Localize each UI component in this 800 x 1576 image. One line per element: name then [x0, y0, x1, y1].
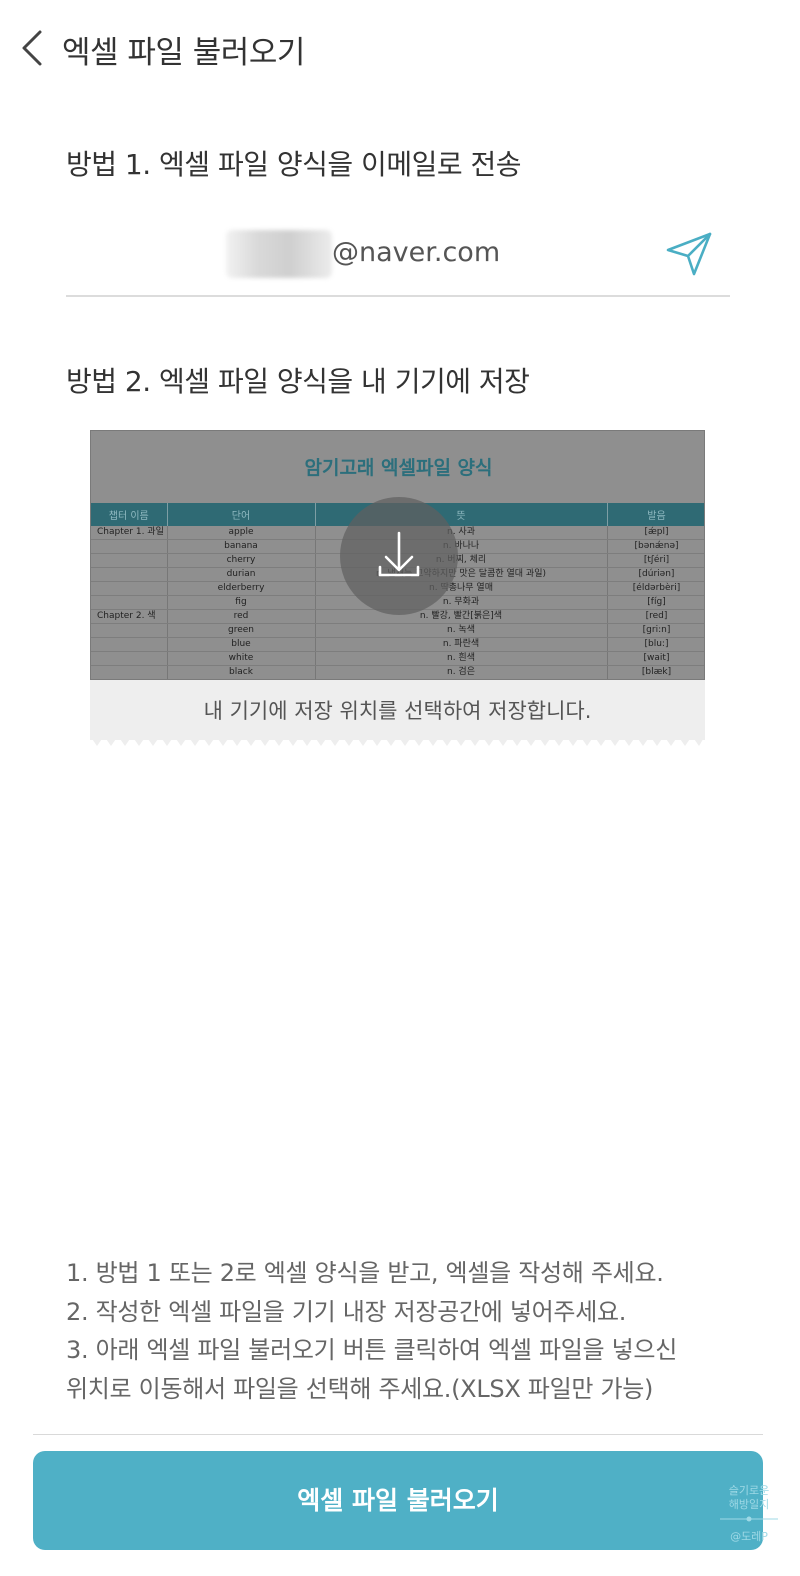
- sheet-cell: black: [167, 665, 316, 679]
- sheet-row: black n. 검은 [blæk]: [91, 665, 704, 679]
- zigzag-edge: [90, 736, 705, 746]
- sheet-row: white n. 흰색 [wait]: [91, 651, 704, 666]
- sheet-title: 암기고래 엑셀파일 양식: [304, 457, 493, 479]
- instructions: 1. 방법 1 또는 2로 엑셀 양식을 받고, 엑셀을 작성해 주세요. 2.…: [66, 1254, 746, 1408]
- download-button-overlay: [340, 497, 458, 615]
- sheet-cell: elderberry: [167, 581, 316, 596]
- page-title: 엑셀 파일 불러오기: [62, 35, 305, 71]
- sheet-cell: apple: [167, 526, 316, 540]
- sheet-cell: Chapter 1. 과일: [91, 526, 168, 540]
- sheet-cell: [91, 581, 168, 596]
- sheet-row: blue n. 파란색 [blu:]: [91, 637, 704, 652]
- sheet-cell: [éldərbèri]: [607, 581, 704, 596]
- download-icon: [378, 531, 420, 577]
- sheet-cell: [gri:n]: [607, 623, 704, 638]
- app-header: 엑셀 파일 불러오기: [0, 0, 800, 100]
- sheet-cell: durian: [167, 567, 316, 582]
- paper-plane-icon: [666, 232, 712, 276]
- sheet-cell: [blæk]: [607, 665, 704, 679]
- save-template-to-device-card[interactable]: 암기고래 엑셀파일 양식 챕터 이름 단어 뜻 발음 Chapter 1. 과일…: [90, 430, 705, 748]
- instruction-line: 2. 작성한 엑셀 파일을 기기 내장 저장공간에 넣어주세요.: [66, 1297, 627, 1326]
- sheet-cell: red: [167, 609, 316, 624]
- sheet-cell: [91, 623, 168, 638]
- excel-template-preview: 암기고래 엑셀파일 양식 챕터 이름 단어 뜻 발음 Chapter 1. 과일…: [90, 430, 705, 680]
- sheet-cell: [91, 637, 168, 652]
- sheet-cell: n. 흰색: [315, 651, 608, 666]
- method1-title: 방법 1. 엑셀 파일 양식을 이메일로 전송: [66, 148, 522, 181]
- watermark-divider: [720, 1516, 778, 1522]
- sheet-cell: [91, 539, 168, 554]
- sheet-header-cell: 발음: [607, 503, 704, 526]
- sheet-cell: cherry: [167, 553, 316, 568]
- chevron-left-icon: [22, 30, 42, 66]
- instruction-line: 위치로 이동해서 파일을 선택해 주세요.(XLSX 파일만 가능): [66, 1374, 654, 1403]
- sheet-cell: [fíg]: [607, 595, 704, 610]
- import-excel-button[interactable]: 엑셀 파일 불러오기: [33, 1451, 763, 1550]
- watermark-line: 슬기로운: [728, 1484, 770, 1497]
- email-field[interactable]: @naver.com: [66, 222, 730, 297]
- sheet-cell: n. 녹색: [315, 623, 608, 638]
- sheet-cell: [wait]: [607, 651, 704, 666]
- sheet-cell: [dúriən]: [607, 567, 704, 582]
- email-username-blurred: [226, 230, 332, 278]
- sheet-header-cell: 챕터 이름: [91, 503, 168, 526]
- sheet-cell: [91, 567, 168, 582]
- sheet-cell: green: [167, 623, 316, 638]
- sheet-cell: [91, 651, 168, 666]
- sheet-cell: [tʃéri]: [607, 553, 704, 568]
- send-email-button[interactable]: [664, 228, 714, 278]
- back-button[interactable]: [18, 28, 52, 68]
- divider: [33, 1434, 763, 1435]
- watermark-line: 해방일지: [728, 1498, 770, 1511]
- sheet-cell: n. 검은: [315, 665, 608, 679]
- sheet-cell: n. 파란색: [315, 637, 608, 652]
- sheet-cell: [bənǽnə]: [607, 539, 704, 554]
- save-caption: 내 기기에 저장 위치를 선택하여 저장합니다.: [90, 680, 705, 740]
- method2-title: 방법 2. 엑셀 파일 양식을 내 기기에 저장: [66, 365, 530, 398]
- instruction-line: 3. 아래 엑셀 파일 불러오기 버튼 클릭하여 엑셀 파일을 넣으신: [66, 1336, 677, 1364]
- import-excel-button-label: 엑셀 파일 불러오기: [297, 1486, 499, 1515]
- sheet-cell: [91, 553, 168, 568]
- sheet-header-cell: 단어: [167, 503, 316, 526]
- sheet-cell: white: [167, 651, 316, 666]
- sheet-cell: [ǽpl]: [607, 526, 704, 540]
- sheet-cell: [red]: [607, 609, 704, 624]
- watermark: 슬기로운 해방일지 @도레P: [718, 1484, 780, 1554]
- sheet-cell: [91, 595, 168, 610]
- sheet-cell: banana: [167, 539, 316, 554]
- sheet-cell: fig: [167, 595, 316, 610]
- email-domain: @naver.com: [332, 237, 501, 268]
- sheet-cell: Chapter 2. 색: [91, 609, 168, 624]
- watermark-line: @도레P: [730, 1530, 768, 1543]
- sheet-cell: [blu:]: [607, 637, 704, 652]
- sheet-cell: [91, 665, 168, 679]
- sheet-row: green n. 녹색 [gri:n]: [91, 623, 704, 638]
- sheet-cell: blue: [167, 637, 316, 652]
- instruction-line: 1. 방법 1 또는 2로 엑셀 양식을 받고, 엑셀을 작성해 주세요.: [66, 1259, 664, 1287]
